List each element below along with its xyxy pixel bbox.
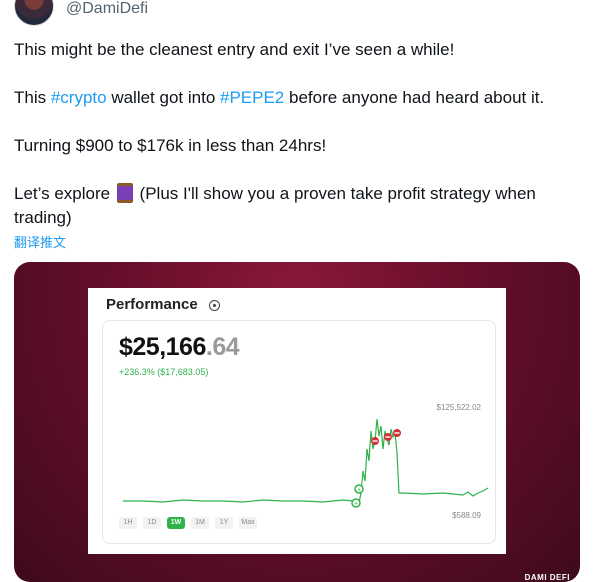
tab-1m[interactable]: 1M [191, 517, 209, 529]
author-handle[interactable]: @DamiDefi [66, 0, 148, 18]
thread-spool-icon [116, 183, 133, 203]
info-icon [209, 300, 220, 311]
tweet-text-part: before anyone had heard about it. [284, 88, 545, 107]
buy-marker: + [354, 484, 364, 494]
tab-1h[interactable]: 1H [119, 517, 137, 529]
watermark-label: DAMI DEFI [524, 573, 570, 582]
tab-1y[interactable]: 1Y [215, 517, 233, 529]
timeframe-tabs: 1H 1D 1W 1M 1Y Max [119, 517, 257, 529]
tweet-line-4: Let’s explore (Plus I'll show you a prov… [14, 182, 584, 230]
buy-marker: + [351, 498, 361, 508]
performance-card: Performance $25,166.64 +236.3% ($17,683.… [88, 288, 506, 554]
hashtag-crypto-link[interactable]: #crypto [51, 88, 107, 107]
performance-title: Performance [106, 296, 198, 313]
svg-text:+: + [354, 501, 358, 508]
performance-line-chart: + + [123, 418, 489, 508]
tweet-media-image[interactable]: Performance $25,166.64 +236.3% ($17,683.… [14, 262, 580, 582]
avatar[interactable] [14, 0, 54, 26]
sell-marker [384, 433, 392, 441]
translate-tweet-link[interactable]: 翻译推文 [14, 232, 66, 251]
tab-1w[interactable]: 1W [167, 517, 185, 529]
tweet-text-part: Let’s explore [14, 184, 115, 203]
tweet-line-2: This #crypto wallet got into #PEPE2 befo… [14, 86, 584, 110]
performance-panel: $25,166.64 +236.3% ($17,683.05) $125,522… [102, 320, 496, 544]
price-line [123, 418, 489, 505]
tweet-header [14, 0, 54, 26]
sell-marker [393, 429, 401, 437]
hashtag-pepe2-link[interactable]: #PEPE2 [220, 88, 284, 107]
tweet-line-1: This might be the cleanest entry and exi… [14, 40, 455, 59]
tweet-text: This might be the cleanest entry and exi… [14, 38, 584, 230]
sell-marker [371, 437, 379, 445]
tweet-line-3: Turning $900 to $176k in less than 24hrs… [14, 136, 327, 155]
svg-text:+: + [357, 487, 361, 494]
tweet-text-part: This [14, 88, 51, 107]
tweet-text-part: wallet got into [106, 88, 220, 107]
tab-1d[interactable]: 1D [143, 517, 161, 529]
tab-max[interactable]: Max [239, 517, 257, 529]
